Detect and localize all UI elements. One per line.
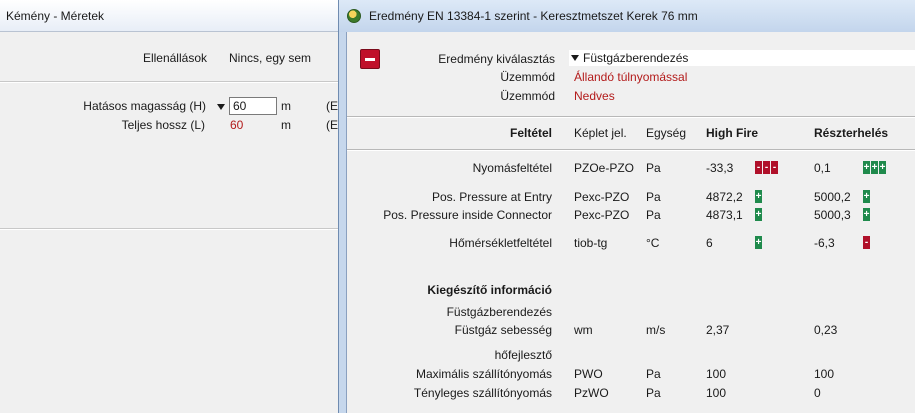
extra-max-pressure-hf: 100 (706, 367, 727, 381)
height-suffix: (E (326, 99, 338, 113)
extra-actual-pressure-pl: 0 (814, 386, 821, 400)
row-connector-hf: 4873,1 (706, 208, 743, 222)
row-pressure-pl-badge: + + + (863, 161, 886, 174)
extra-flue-speed-label: Füstgáz sebesség (454, 323, 552, 337)
extra-max-pressure-pl: 100 (814, 367, 835, 381)
row-pressure-pl: 0,1 (814, 161, 831, 175)
row-entry-formula: Pexc-PZO (574, 190, 630, 204)
result-dialog-titlebar[interactable]: Eredmény EN 13384-1 szerint - Keresztmet… (339, 0, 915, 32)
collapse-button[interactable] (360, 49, 380, 69)
row-connector-pl-badge: + (863, 208, 870, 221)
row-pressure-unit: Pa (646, 161, 661, 175)
selection-value: Füstgázberendezés (583, 51, 689, 65)
extra-actual-pressure-hf: 100 (706, 386, 727, 400)
row-entry-hf: 4872,2 (706, 190, 743, 204)
length-unit: m (281, 118, 291, 132)
background-window-title: Kémény - Méretek (6, 9, 105, 23)
header-partial-load: Részterhelés (814, 126, 889, 140)
selection-dropdown[interactable]: Füstgázberendezés (569, 50, 915, 66)
extra-max-pressure-formula: PWO (574, 367, 603, 381)
header-unit: Egység (646, 126, 687, 140)
result-dialog-title: Eredmény EN 13384-1 szerint - Keresztmet… (369, 9, 698, 23)
height-label: Hatásos magasság (H) (83, 99, 206, 113)
row-temperature-unit: °C (646, 236, 660, 250)
result-dialog: Eredmény EN 13384-1 szerint - Keresztmet… (338, 0, 915, 413)
mode1-value: Állandó túlnyomással (574, 70, 688, 84)
background-window-content: Ellenállások Nincs, egy sem Hatásos maga… (0, 32, 340, 413)
extra-actual-pressure-unit: Pa (646, 386, 661, 400)
length-suffix: (E (326, 118, 338, 132)
selection-label: Eredmény kiválasztás (438, 52, 555, 66)
extra-actual-pressure-formula: PzWO (574, 386, 609, 400)
mode2-value: Nedves (574, 89, 615, 103)
resistances-value[interactable]: Nincs, egy sem (229, 51, 311, 65)
extra-flue-speed-unit: m/s (646, 323, 666, 337)
length-label: Teljes hossz (L) (121, 118, 205, 132)
row-temperature-hf: 6 (706, 236, 713, 250)
mode1-label: Üzemmód (500, 70, 555, 84)
chevron-down-icon (571, 55, 579, 61)
row-pressure-label: Nyomásfeltétel (472, 161, 552, 175)
app-icon (347, 9, 361, 23)
row-temperature-label: Hőmérsékletfeltétel (449, 236, 552, 250)
header-formula: Képlet jel. (574, 126, 627, 140)
header-high-fire: High Fire (706, 126, 759, 140)
background-window-titlebar[interactable]: Kémény - Méretek (0, 0, 340, 32)
height-dropdown-arrow-icon[interactable] (217, 104, 225, 110)
extra-group-generator: hőfejlesztő (494, 348, 552, 362)
row-connector-label: Pos. Pressure inside Connector (383, 208, 552, 222)
extra-actual-pressure-label: Tényleges szállítónyomás (413, 386, 552, 400)
row-temperature-hf-badge: + (755, 236, 762, 249)
extra-flue-speed-pl: 0,23 (814, 323, 838, 337)
row-pressure-hf-badge: --- (755, 161, 778, 174)
extra-group-flue: Füstgázberendezés (446, 305, 552, 319)
height-unit: m (281, 99, 291, 113)
extra-flue-speed-hf: 2,37 (706, 323, 730, 337)
height-input[interactable]: 60 (229, 97, 277, 115)
row-entry-pl: 5000,2 (814, 190, 851, 204)
extra-max-pressure-label: Maximális szállítónyomás (415, 367, 552, 381)
row-entry-label: Pos. Pressure at Entry (431, 190, 552, 204)
row-entry-unit: Pa (646, 190, 661, 204)
resistances-label: Ellenállások (142, 51, 207, 65)
length-value: 60 (230, 118, 244, 132)
extra-max-pressure-unit: Pa (646, 367, 661, 381)
header-condition: Feltétel (509, 126, 552, 140)
row-connector-pl: 5000,3 (814, 208, 851, 222)
row-temperature-formula: tiob-tg (574, 236, 608, 250)
row-temperature-pl: -6,3 (814, 236, 835, 250)
row-connector-unit: Pa (646, 208, 661, 222)
row-connector-hf-badge: + (755, 208, 762, 221)
background-window: Kémény - Méretek Ellenállások Nincs, egy… (0, 0, 340, 413)
extra-flue-speed-formula: wm (574, 323, 593, 337)
row-pressure-formula: PZOe-PZO (574, 161, 635, 175)
row-entry-pl-badge: + (863, 190, 870, 203)
extra-info-title: Kiegészítő információ (427, 283, 552, 297)
row-pressure-hf: -33,3 (706, 161, 734, 175)
mode2-label: Üzemmód (500, 89, 555, 103)
row-temperature-pl-badge: - (863, 236, 870, 249)
row-connector-formula: Pexc-PZO (574, 208, 630, 222)
result-dialog-content: Eredmény kiválasztás Füstgázberendezés Ü… (346, 32, 915, 413)
row-entry-hf-badge: + (755, 190, 762, 203)
